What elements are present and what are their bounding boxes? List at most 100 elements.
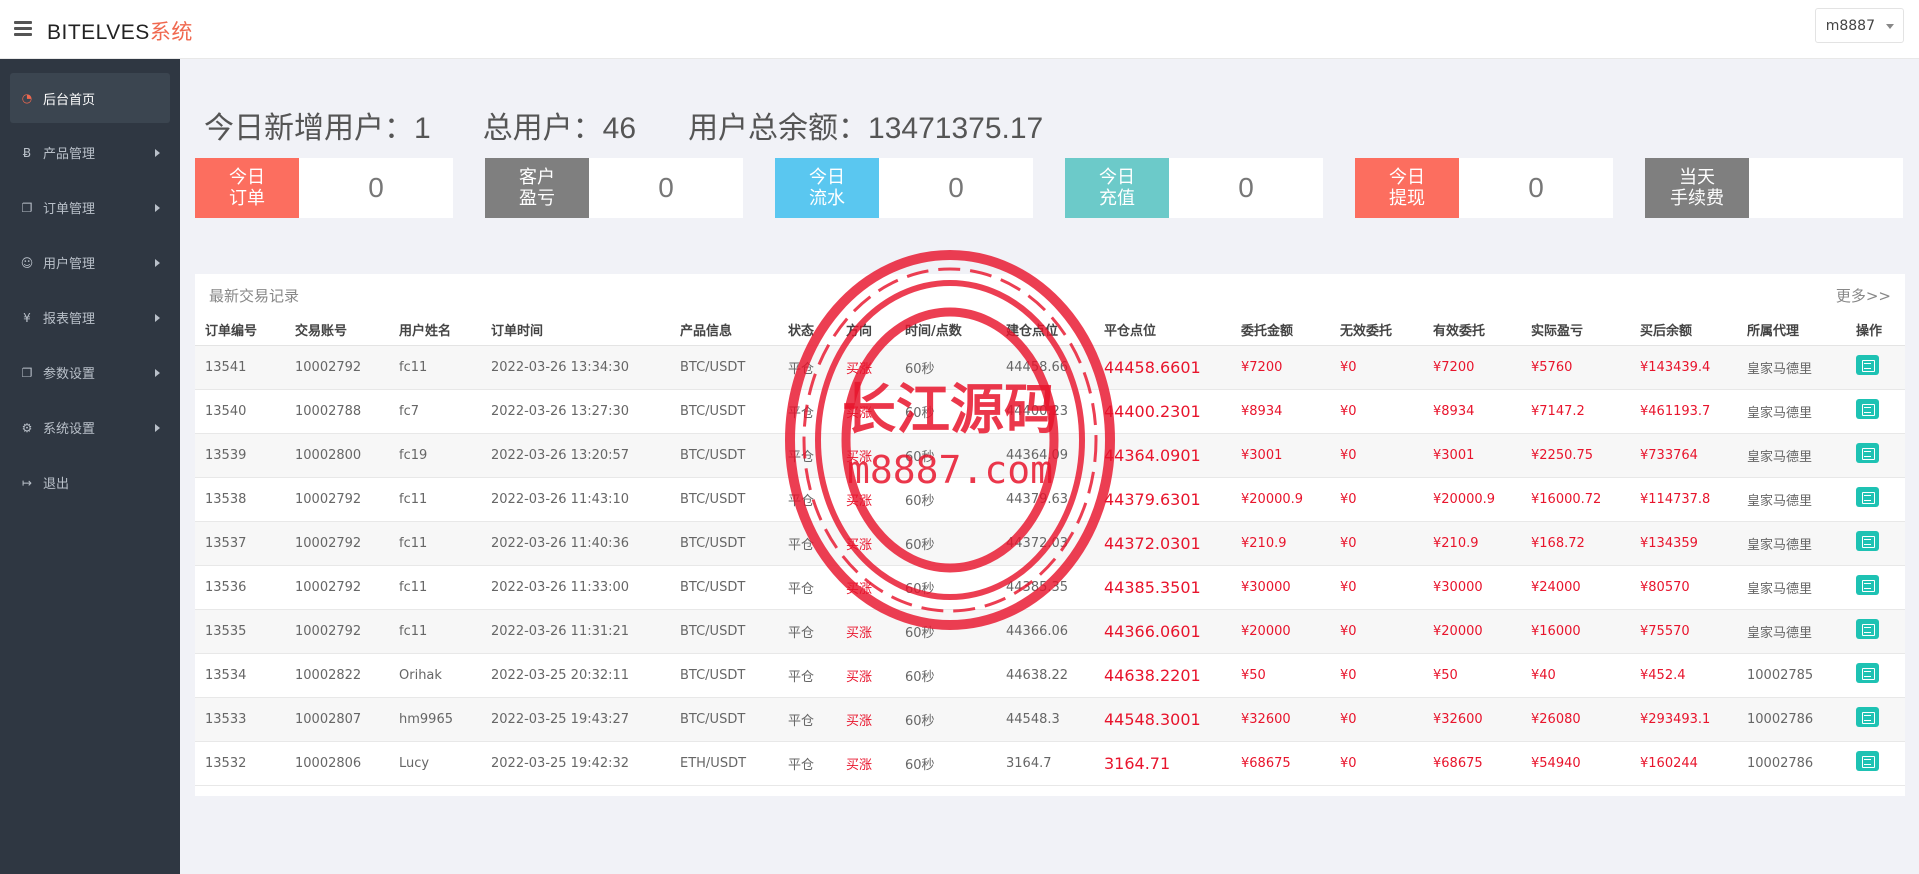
table-cell: ¥24000: [1521, 565, 1630, 610]
sidebar-item-0[interactable]: ◔ 后台首页: [10, 73, 170, 123]
table-cell: ¥75570: [1630, 609, 1737, 654]
table-cell: ¥68675: [1231, 741, 1330, 786]
table-cell: ¥20000.9: [1423, 477, 1521, 522]
dashboard-icon: ◔: [21, 91, 33, 105]
sidebar-item-6[interactable]: ⚙ 系统设置: [0, 400, 180, 455]
sidebar-item-7[interactable]: ↦ 退出: [0, 455, 180, 510]
table-cell: BTC/USDT: [670, 477, 778, 522]
table-row: 13536 10002792 fc11 2022-03-26 11:33:00 BTC/…: [195, 565, 1905, 610]
view-detail-icon[interactable]: [1856, 663, 1879, 683]
table-cell: 10002806: [285, 741, 389, 786]
table-cell: 44364.09: [996, 433, 1094, 478]
table-cell: 皇家马德里: [1737, 565, 1846, 610]
table-cell: ¥16000.72: [1521, 477, 1630, 522]
table-cell: ¥0: [1330, 389, 1423, 434]
user-icon: ☺: [20, 255, 34, 270]
table-cell: 13535: [195, 609, 285, 654]
table-cell: 60秒: [895, 477, 996, 522]
view-detail-icon[interactable]: [1856, 707, 1879, 727]
table-cell: ¥8934: [1231, 389, 1330, 434]
sidebar-item-label: 产品管理: [43, 147, 96, 162]
table-cell: 10002792: [285, 521, 389, 566]
action-cell: [1846, 345, 1905, 390]
table-cell: 44385.35: [996, 565, 1094, 610]
table-cell: 买涨: [836, 389, 895, 434]
caret-right-icon: [155, 204, 160, 212]
table-cell: ¥2250.75: [1521, 433, 1630, 478]
table-cell: 皇家马德里: [1737, 389, 1846, 434]
bitcoin-icon: Ƀ: [22, 145, 32, 160]
column-header: 交易账号: [285, 314, 389, 346]
table-cell: 10002792: [285, 345, 389, 390]
column-header: 无效委托: [1330, 314, 1423, 346]
table-cell: 平仓: [778, 697, 836, 742]
table-cell: 44372.0301: [1094, 521, 1231, 566]
table-cell: 皇家马德里: [1737, 521, 1846, 566]
sign-out-icon: ↦: [21, 475, 33, 490]
view-detail-icon[interactable]: [1856, 531, 1879, 551]
sidebar-item-label: 后台首页: [43, 92, 96, 108]
view-detail-icon[interactable]: [1856, 751, 1879, 771]
table-cell: ¥293493.1: [1630, 697, 1737, 742]
stat-label: 当天 手续费: [1645, 158, 1749, 218]
main-content: 今日新增用户：1 总用户：46 用户总余额：13471375.17 今日 订单 0 客户…: [180, 59, 1919, 874]
table-cell: ¥210.9: [1231, 521, 1330, 566]
column-header: 方向: [836, 314, 895, 346]
table-cell: ¥134359: [1630, 521, 1737, 566]
table-cell: 13536: [195, 565, 285, 610]
column-header: 实际盈亏: [1521, 314, 1630, 346]
table-cell: 买涨: [836, 477, 895, 522]
table-cell: 买涨: [836, 433, 895, 478]
table-cell: 60秒: [895, 609, 996, 654]
more-link[interactable]: 更多>>: [1836, 285, 1891, 306]
table-cell: BTC/USDT: [670, 697, 778, 742]
column-header: 买后余额: [1630, 314, 1737, 346]
sidebar-item-3[interactable]: ☺ 用户管理: [0, 235, 180, 290]
table-cell: 2022-03-26 13:27:30: [481, 389, 670, 434]
top-bar: BITELVES系统 m8887: [0, 0, 1919, 59]
view-detail-icon[interactable]: [1856, 575, 1879, 595]
table-cell: fc11: [389, 565, 481, 610]
table-cell: ¥210.9: [1423, 521, 1521, 566]
table-cell: 10002788: [285, 389, 389, 434]
table-row: 13533 10002807 hm9965 2022-03-25 19:43:27 BT…: [195, 697, 1905, 742]
sidebar-item-label: 系统设置: [43, 422, 96, 437]
table-cell: 44400.2301: [1094, 389, 1231, 434]
sidebar-item-1[interactable]: Ƀ 产品管理: [0, 125, 180, 180]
yen-icon: ¥: [23, 310, 31, 325]
table-cell: ¥20000.9: [1231, 477, 1330, 522]
table-row: 13532 10002806 Lucy 2022-03-25 19:42:32 ETH/…: [195, 741, 1905, 786]
table-cell: 60秒: [895, 433, 996, 478]
view-detail-icon[interactable]: [1856, 443, 1879, 463]
action-cell: [1846, 741, 1905, 786]
user-name: m8887: [1825, 18, 1875, 34]
menu-toggle-icon[interactable]: [14, 21, 32, 37]
sidebar-item-2[interactable]: ❐ 订单管理: [0, 180, 180, 235]
stat-value: 0: [948, 172, 964, 203]
brand-main: BITELVES: [47, 21, 150, 44]
table-cell: 44364.0901: [1094, 433, 1231, 478]
table-cell: ¥0: [1330, 477, 1423, 522]
stat-card-2: 今日 流水 0: [775, 158, 1033, 218]
view-detail-icon[interactable]: [1856, 619, 1879, 639]
action-cell: [1846, 653, 1905, 698]
sidebar-item-5[interactable]: ❐ 参数设置: [0, 345, 180, 400]
view-detail-icon[interactable]: [1856, 355, 1879, 375]
total-balance: 用户总余额：13471375.17: [688, 112, 1044, 145]
user-dropdown[interactable]: m8887: [1814, 8, 1904, 43]
stat-label: 客户 盈亏: [485, 158, 589, 218]
table-cell: 2022-03-26 11:31:21: [481, 609, 670, 654]
stat-card-4: 今日 提现 0: [1355, 158, 1613, 218]
view-detail-icon[interactable]: [1856, 487, 1879, 507]
stat-label: 今日 流水: [775, 158, 879, 218]
sidebar-item-4[interactable]: ¥ 报表管理: [0, 290, 180, 345]
table-cell: ¥0: [1330, 433, 1423, 478]
table-cell: fc11: [389, 521, 481, 566]
table-cell: BTC/USDT: [670, 565, 778, 610]
view-detail-icon[interactable]: [1856, 399, 1879, 419]
table-cell: fc11: [389, 345, 481, 390]
stat-value: 0: [1238, 172, 1254, 203]
table-cell: 2022-03-25 19:42:32: [481, 741, 670, 786]
table-cell: ¥7147.2: [1521, 389, 1630, 434]
column-header: 有效委托: [1423, 314, 1521, 346]
